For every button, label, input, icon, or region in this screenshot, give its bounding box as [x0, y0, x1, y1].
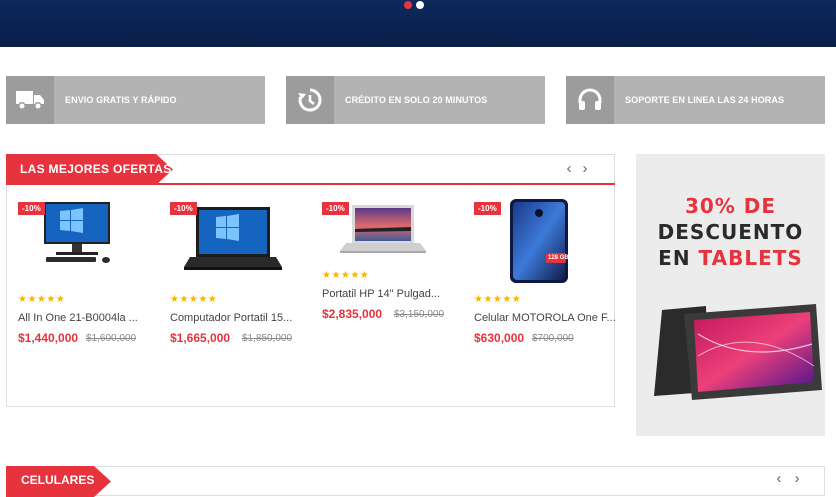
product-card[interactable]: -10% ★★★★★ Computador Portatil 15... $1,… [160, 199, 300, 359]
product-card[interactable]: -10% 128 GB ★★★★★ Celular MOTOROLA One F… [464, 199, 616, 359]
promo-line-2: DESCUENTO [657, 220, 804, 244]
deals-next-button[interactable]: › [579, 161, 591, 177]
rating-stars: ★★★★★ [322, 270, 370, 281]
deals-ribbon: LAS MEJORES OFERTAS [6, 154, 173, 185]
discount-badge: -10% [170, 202, 197, 215]
celulares-next-button[interactable]: › [791, 471, 803, 487]
product-old-price: $1,600,000 [86, 333, 137, 344]
truck-icon [6, 76, 54, 124]
promo-line-3-prefix: EN [658, 246, 699, 270]
product-name[interactable]: All In One 21-B0004la ... [18, 312, 138, 324]
product-card[interactable]: -10% ★★★★★ Portatil HP 14" Pulgad... $2,… [312, 199, 452, 359]
slider-dot-2[interactable] [416, 1, 424, 9]
storage-tag: 128 GB [548, 255, 569, 261]
product-old-price: $700,000 [532, 333, 574, 344]
celulares-prev-button[interactable]: ‹ [773, 471, 785, 487]
deals-section: LAS MEJORES OFERTAS ‹ › -10% ★★★★★ All I… [6, 154, 616, 407]
product-name[interactable]: Portatil HP 14" Pulgad... [322, 288, 440, 300]
product-price: $1,665,000 [170, 331, 231, 345]
rating-stars: ★★★★★ [474, 294, 522, 305]
product-card[interactable]: -10% ★★★★★ All In One 21-B0004la ... $1,… [8, 199, 148, 359]
rating-stars: ★★★★★ [18, 294, 66, 305]
feature-label: CRÉDITO EN SOLO 20 MINUTOS [345, 95, 488, 105]
product-image[interactable]: -10% [8, 199, 148, 287]
promo-line-1: 30% DE [684, 194, 777, 218]
promo-line-3-highlight: TABLETS [698, 246, 803, 270]
celulares-section: CELULARES ‹ › [6, 466, 825, 497]
feature-free-shipping: ENVIO GRATIS Y RÁPIDO [6, 76, 265, 124]
promo-banner-tablets[interactable]: 30% DE DESCUENTO EN TABLETS [636, 154, 825, 436]
product-name[interactable]: Computador Portatil 15... [170, 312, 292, 324]
history-icon [286, 76, 334, 124]
product-old-price: $3,150,000 [394, 309, 445, 320]
deals-title: LAS MEJORES OFERTAS [20, 162, 172, 176]
feature-credit: CRÉDITO EN SOLO 20 MINUTOS [286, 76, 545, 124]
deals-divider [6, 183, 615, 185]
promo-line-3: EN TABLETS [636, 246, 825, 270]
hero-banner[interactable] [0, 0, 836, 47]
discount-badge: -10% [474, 202, 501, 215]
feature-label: ENVIO GRATIS Y RÁPIDO [65, 95, 177, 105]
product-image[interactable]: -10% 128 GB [464, 199, 604, 287]
feature-label: SOPORTE EN LINEA LAS 24 HORAS [625, 95, 785, 105]
tablet-image [654, 304, 822, 400]
product-price: $630,000 [474, 331, 525, 345]
headphones-icon [566, 76, 614, 124]
deals-prev-button[interactable]: ‹ [563, 161, 575, 177]
product-old-price: $1,850,000 [242, 333, 293, 344]
slider-dot-1[interactable] [404, 1, 412, 9]
feature-support: SOPORTE EN LINEA LAS 24 HORAS [566, 76, 825, 124]
discount-badge: -10% [18, 202, 45, 215]
rating-stars: ★★★★★ [170, 294, 218, 305]
slider-dots [404, 1, 424, 9]
product-name[interactable]: Celular MOTOROLA One F... [474, 312, 616, 324]
celulares-title: CELULARES [21, 473, 95, 487]
discount-badge: -10% [322, 202, 349, 215]
product-image[interactable]: -10% [160, 199, 300, 287]
product-price: $2,835,000 [322, 307, 383, 321]
product-price: $1,440,000 [18, 331, 79, 345]
